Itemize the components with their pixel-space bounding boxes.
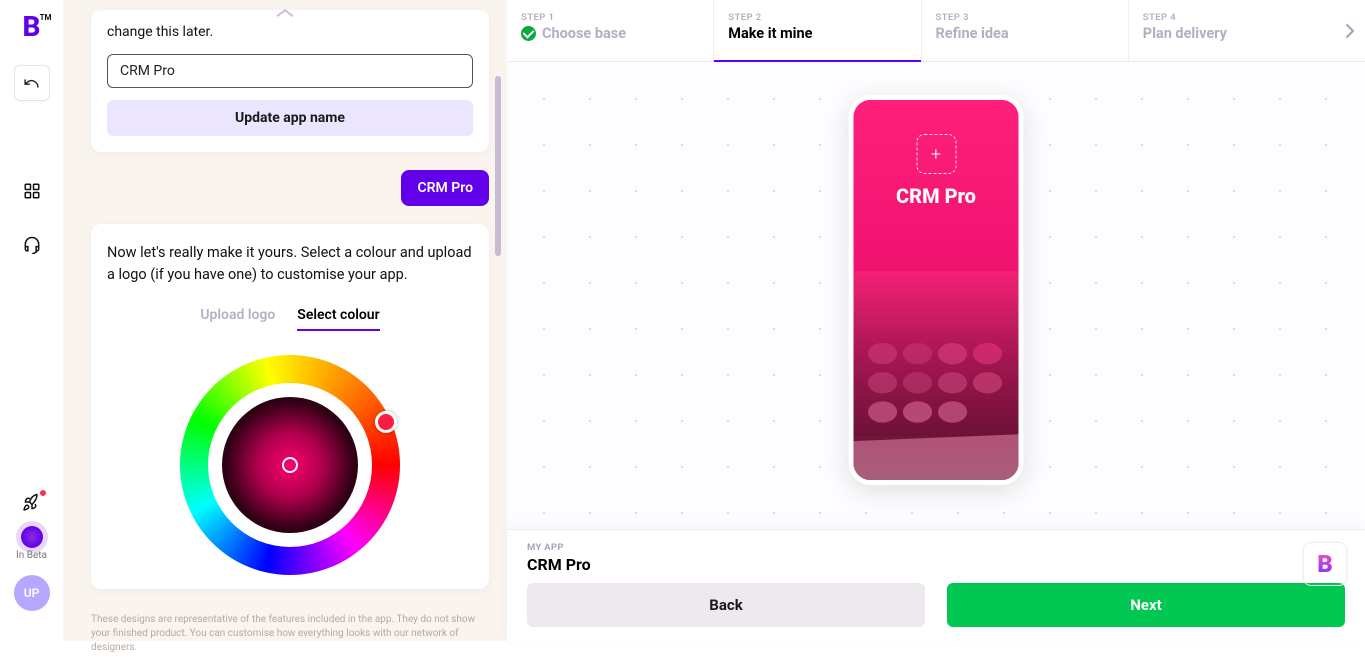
tab-select-colour[interactable]: Select colour bbox=[297, 307, 379, 331]
beta-indicator[interactable] bbox=[21, 526, 43, 548]
scrollbar-thumb[interactable] bbox=[495, 76, 501, 256]
step-num: STEP 4 bbox=[1143, 12, 1321, 23]
user-avatar[interactable]: UP bbox=[14, 575, 50, 611]
step-label-text: Choose base bbox=[542, 25, 626, 42]
stepper-next-button[interactable] bbox=[1335, 0, 1365, 61]
chevron-right-icon bbox=[1345, 23, 1355, 39]
step-label-text: Refine idea bbox=[936, 25, 1114, 42]
footer-brand-tile[interactable]: B bbox=[1303, 542, 1347, 586]
avatar-initials: UP bbox=[24, 586, 40, 600]
disclaimer-text: These designs are representative of the … bbox=[63, 607, 507, 665]
phone-app-title: CRM Pro bbox=[854, 184, 1019, 208]
scroll-up-caret[interactable] bbox=[274, 4, 296, 23]
step-num: STEP 1 bbox=[521, 12, 699, 23]
update-app-name-button[interactable]: Update app name bbox=[107, 100, 473, 136]
customize-card: Now let's really make it yours. Select a… bbox=[91, 224, 489, 589]
step-num: STEP 2 bbox=[728, 12, 906, 23]
config-panel: change this later. Update app name CRM P… bbox=[63, 0, 507, 641]
step-choose-base[interactable]: STEP 1 Choose base bbox=[507, 0, 714, 61]
step-refine-idea[interactable]: STEP 3 Refine idea bbox=[922, 0, 1129, 61]
wizard-stepper: STEP 1 Choose base STEP 2 Make it mine S… bbox=[507, 0, 1365, 62]
preview-canvas: CRM Pro bbox=[507, 62, 1365, 529]
support-button[interactable] bbox=[22, 235, 42, 255]
panel-scrollbar[interactable] bbox=[495, 76, 501, 521]
preview-panel: STEP 1 Choose base STEP 2 Make it mine S… bbox=[507, 0, 1365, 641]
colour-wheel[interactable] bbox=[180, 355, 400, 575]
footer-meta-label: MY APP bbox=[527, 542, 1345, 553]
step-num: STEP 3 bbox=[936, 12, 1114, 23]
footer-brand-letter: B bbox=[1317, 550, 1333, 578]
step-plan-delivery[interactable]: STEP 4 Plan delivery bbox=[1129, 0, 1335, 61]
undo-icon bbox=[23, 75, 40, 92]
whats-new-button[interactable] bbox=[22, 492, 42, 512]
brand-tm: TM bbox=[40, 13, 52, 22]
app-name-input[interactable] bbox=[107, 54, 473, 88]
brand-letter: B bbox=[23, 10, 41, 43]
add-logo-placeholder[interactable] bbox=[916, 134, 956, 174]
undo-button[interactable] bbox=[14, 65, 50, 101]
app-name-card: change this later. Update app name bbox=[91, 10, 489, 152]
app-name-hint: change this later. bbox=[107, 24, 473, 40]
colour-wheel-handle[interactable] bbox=[375, 411, 397, 433]
customize-desc: Now let's really make it yours. Select a… bbox=[107, 242, 473, 287]
next-button[interactable]: Next bbox=[947, 583, 1345, 627]
footer-bar: MY APP CRM Pro B Back Next bbox=[507, 529, 1365, 641]
check-icon bbox=[521, 26, 536, 41]
nav-rail: BTM In Beta UP bbox=[0, 0, 63, 641]
footer-meta-value: CRM Pro bbox=[527, 555, 1345, 574]
headset-icon bbox=[22, 235, 42, 255]
tab-upload-logo[interactable]: Upload logo bbox=[200, 307, 275, 331]
phone-preview: CRM Pro bbox=[849, 95, 1024, 485]
beta-label: In Beta bbox=[16, 550, 47, 561]
back-button[interactable]: Back bbox=[527, 583, 925, 627]
step-label-text: Make it mine bbox=[728, 25, 906, 42]
apps-grid-button[interactable] bbox=[22, 181, 42, 201]
colour-wheel-center-marker bbox=[282, 457, 298, 473]
phone-bg-image bbox=[854, 271, 1019, 480]
grid-icon bbox=[23, 182, 41, 200]
brand-logo: BTM bbox=[23, 10, 41, 43]
user-message-chip: CRM Pro bbox=[401, 170, 489, 206]
notification-dot bbox=[38, 488, 48, 498]
customize-tabs: Upload logo Select colour bbox=[107, 307, 473, 331]
step-label-text: Plan delivery bbox=[1143, 25, 1321, 42]
chevron-up-icon bbox=[274, 7, 296, 19]
step-make-it-mine[interactable]: STEP 2 Make it mine bbox=[714, 0, 921, 61]
